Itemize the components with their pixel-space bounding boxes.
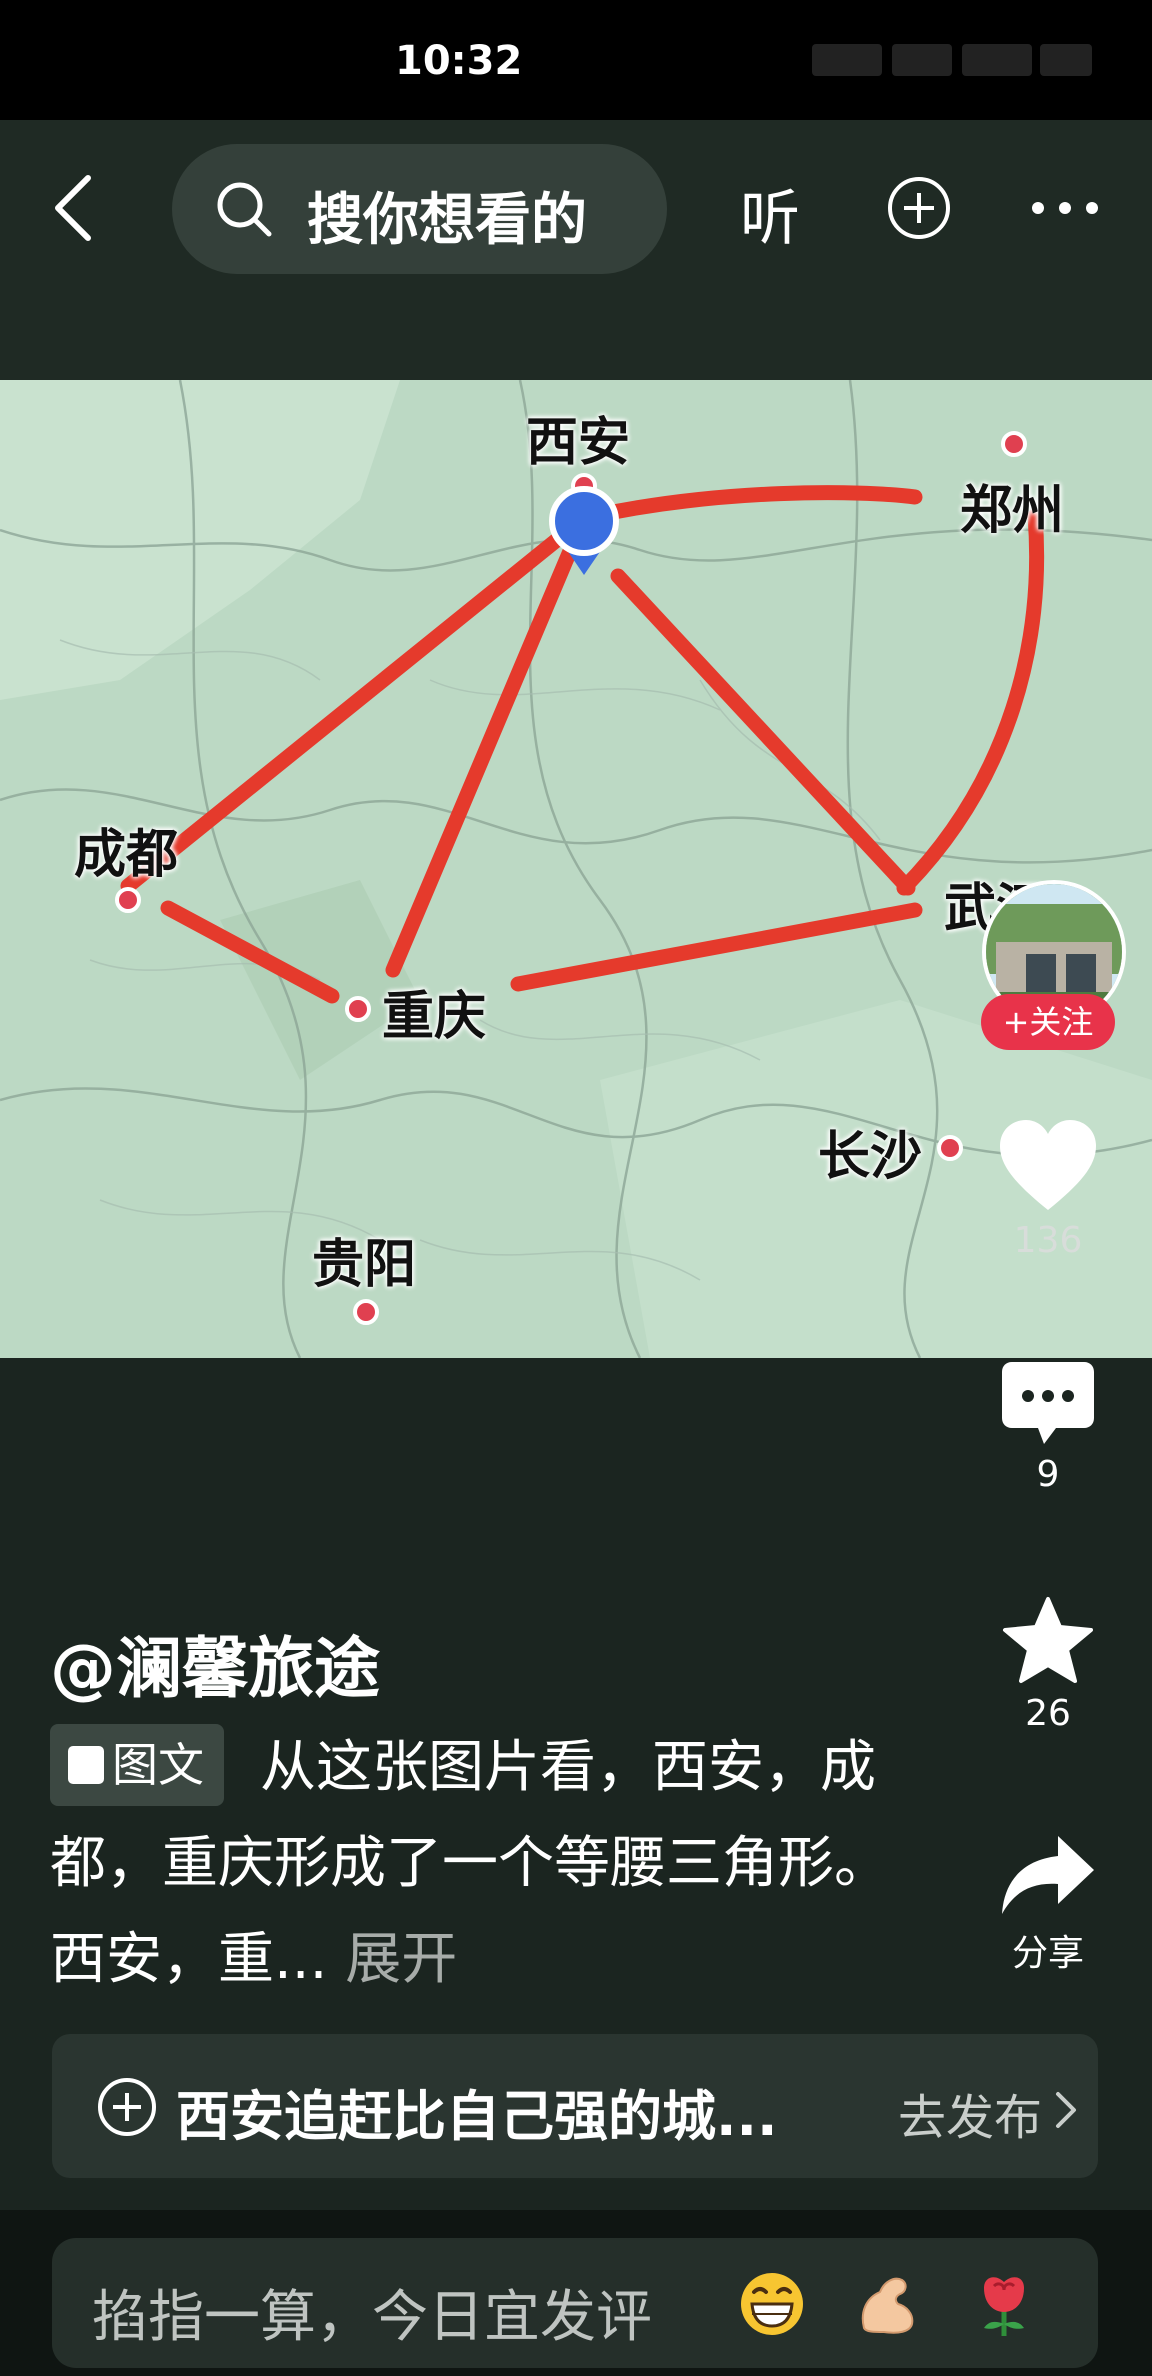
more-dots-icon bbox=[1032, 202, 1098, 214]
search-input[interactable]: 搜你想看的 bbox=[172, 144, 667, 274]
flexed-bicep-emoji-icon[interactable] bbox=[854, 2270, 922, 2338]
more-button[interactable] bbox=[1030, 196, 1100, 220]
like-button[interactable]: 136 bbox=[988, 1118, 1108, 1261]
favorite-button[interactable]: 26 bbox=[988, 1595, 1108, 1734]
like-count: 136 bbox=[1013, 1220, 1083, 1261]
search-placeholder: 搜你想看的 bbox=[307, 188, 587, 253]
post-image-map[interactable]: 西安 郑州 成都 重庆 武汉 长沙 贵阳 bbox=[0, 380, 1152, 1358]
city-label-xian: 西安 bbox=[526, 413, 631, 473]
star-icon bbox=[1003, 1597, 1093, 1683]
post-type-tag: 图文 bbox=[50, 1724, 224, 1806]
topic-text: 西安追赶比自己强的城... bbox=[176, 2085, 778, 2148]
rose-emoji-icon[interactable] bbox=[970, 2270, 1038, 2338]
plus-circle-icon bbox=[98, 2078, 156, 2136]
add-button[interactable] bbox=[886, 175, 952, 241]
city-label-guiyang: 贵阳 bbox=[312, 1235, 417, 1295]
back-button[interactable] bbox=[40, 168, 110, 248]
tag-label: 图文 bbox=[112, 1738, 204, 1792]
share-arrow-icon bbox=[1002, 1836, 1094, 1914]
city-label-chongqing: 重庆 bbox=[382, 987, 487, 1047]
grin-emoji-icon[interactable] bbox=[738, 2270, 806, 2338]
follow-button[interactable]: +关注 bbox=[981, 994, 1115, 1050]
plus-circle-icon bbox=[888, 177, 950, 239]
status-bar: 10:32 bbox=[0, 0, 1152, 120]
favorite-count: 26 bbox=[1025, 1693, 1071, 1734]
comment-input[interactable]: 掐指一算，今日宜发评 bbox=[52, 2238, 1098, 2368]
status-icons bbox=[812, 44, 1092, 80]
publish-link[interactable]: 去发布 bbox=[898, 2078, 1042, 2148]
city-label-zhengzhou: 郑州 bbox=[960, 481, 1065, 541]
share-label: 分享 bbox=[1011, 1933, 1084, 1974]
topic-bar[interactable]: 西安追赶比自己强的城... 去发布 bbox=[52, 2034, 1098, 2178]
image-text-icon bbox=[68, 1745, 104, 1784]
chevron-right-icon bbox=[1056, 2092, 1076, 2128]
chevron-left-icon bbox=[55, 175, 91, 241]
comment-placeholder: 掐指一算，今日宜发评 bbox=[92, 2285, 652, 2350]
comment-bubble-icon bbox=[1002, 1362, 1094, 1444]
comment-button[interactable]: 9 bbox=[988, 1360, 1108, 1495]
author-name[interactable]: @澜馨旅途 bbox=[50, 1615, 380, 1711]
share-button[interactable]: 分享 bbox=[988, 1832, 1108, 1976]
listen-button[interactable]: 听 bbox=[740, 170, 800, 257]
post-caption[interactable]: 图文 从这张图片看，西安，成都，重庆形成了一个等腰三角形。西安，重... 展开 bbox=[50, 1720, 910, 2008]
expand-link[interactable]: 展开 bbox=[345, 1927, 457, 1992]
search-icon bbox=[217, 182, 272, 237]
city-label-chengdu: 成都 bbox=[74, 825, 179, 885]
heart-icon bbox=[1000, 1120, 1096, 1210]
status-time: 10:32 bbox=[395, 38, 523, 84]
city-label-changsha: 长沙 bbox=[818, 1127, 923, 1187]
comment-count: 9 bbox=[1036, 1454, 1060, 1495]
